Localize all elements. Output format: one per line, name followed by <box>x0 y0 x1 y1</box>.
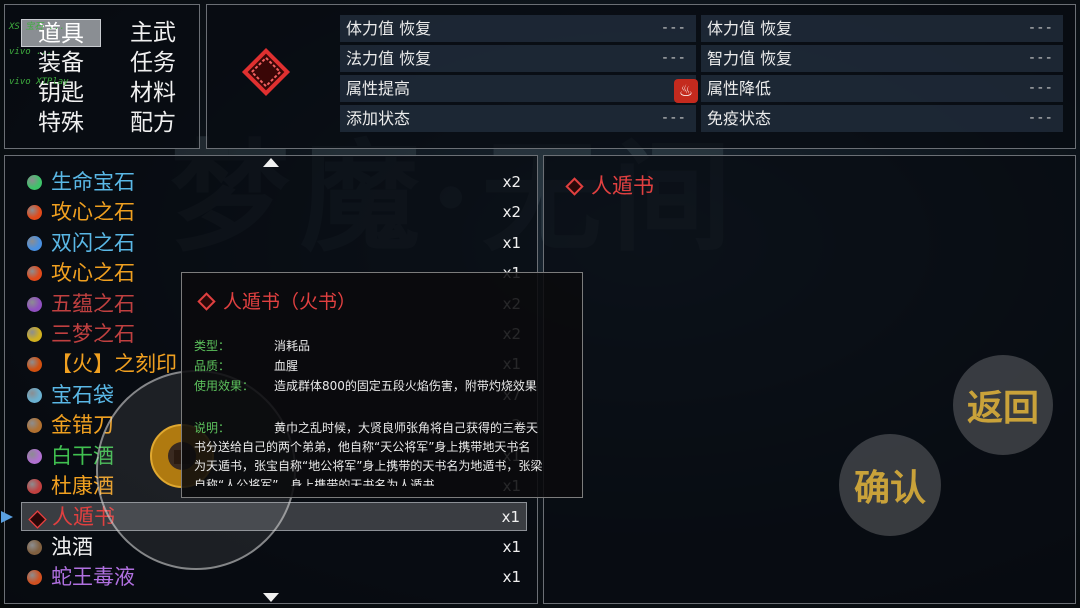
item-tooltip: 人遁书（火书） 类型： 消耗品 品质： 血腥 使用效果： 造成群体800的固定五段火焰… <box>181 272 583 498</box>
tooltip-effect-label: 使用效果： <box>194 379 255 393</box>
item-name: 【火】之刻印 <box>51 352 177 377</box>
item-icon <box>27 327 42 342</box>
stat-row: 属性提高 <box>340 75 696 102</box>
debug-line-1: XS 宝石 ... <box>9 22 65 32</box>
stat-value: --- <box>1027 110 1053 126</box>
stat-value: --- <box>660 20 686 36</box>
selection-cursor-icon <box>1 511 13 523</box>
stat-row: 体力值 恢复 --- <box>340 15 696 42</box>
item-quantity: x2 <box>502 203 521 222</box>
item-icon <box>27 479 42 494</box>
stat-row: 免疫状态 --- <box>701 105 1063 132</box>
stat-label: 智力值 恢复 <box>707 49 793 68</box>
stat-label: 免疫状态 <box>707 109 772 128</box>
stat-label: 属性降低 <box>707 79 772 98</box>
fire-attribute-icon: ♨ <box>674 79 698 103</box>
list-item[interactable]: 浊酒 x1 <box>21 533 527 562</box>
stat-row: 体力值 恢复 --- <box>701 15 1063 42</box>
tooltip-type-row: 类型： 消耗品 <box>194 337 310 354</box>
item-icon <box>27 296 42 312</box>
item-name: 浊酒 <box>51 534 93 559</box>
stat-row: 添加状态 --- <box>340 105 696 132</box>
tooltip-desc-line: 书分送给自己的两个弟弟，他自称“天公将军”身上携带地天书名 <box>194 440 531 454</box>
detail-title-text: 人遁书 <box>591 174 654 198</box>
category-tab[interactable]: 特殊 <box>21 109 101 137</box>
stat-value: --- <box>1027 80 1053 96</box>
item-quantity: x1 <box>502 537 521 556</box>
category-tab[interactable]: 任务 <box>113 49 193 77</box>
back-button[interactable]: 返回 <box>953 355 1053 455</box>
tooltip-effect-value: 造成群体800的固定五段火焰伤害，附带灼烧效果 <box>274 379 537 393</box>
tooltip-effect-row: 使用效果： 造成群体800的固定五段火焰伤害，附带灼烧效果 <box>194 377 537 394</box>
item-preview-icon <box>241 47 291 97</box>
item-name: 宝石袋 <box>51 382 114 407</box>
item-icon <box>27 387 42 403</box>
category-tab[interactable]: 材料 <box>113 79 193 107</box>
stat-label: 法力值 恢复 <box>346 49 432 68</box>
stat-value: --- <box>660 110 686 126</box>
detail-title: 人遁书 <box>565 170 654 200</box>
item-name: 五蕴之石 <box>51 291 135 316</box>
tooltip-type-value: 消耗品 <box>274 339 311 353</box>
stats-panel: 体力值 恢复 --- 体力值 恢复 --- 法力值 恢复 --- 智力值 恢复 --- 属性提高… <box>206 4 1076 149</box>
tooltip-desc-label: 说明： <box>194 421 231 435</box>
category-tab[interactable]: 配方 <box>113 109 193 137</box>
item-icon <box>27 418 42 434</box>
tooltip-desc-line: 自称“人公将军”，身上携带的天书名为人遁书 <box>194 478 435 486</box>
item-icon <box>28 510 47 530</box>
tooltip-quality-row: 品质： 血腥 <box>194 357 298 374</box>
item-icon <box>27 570 42 586</box>
tooltip-title: 人遁书（火书） <box>197 287 357 314</box>
debug-line-2: vivo ... <box>9 47 53 57</box>
scroll-down-arrow[interactable] <box>263 593 279 602</box>
item-quantity: x2 <box>502 173 521 191</box>
scroll-up-arrow[interactable] <box>263 158 279 167</box>
item-icon <box>27 175 42 190</box>
item-name: 蛇王毒液 <box>51 565 135 590</box>
stat-row: 法力值 恢复 --- <box>340 45 696 72</box>
tooltip-quality-value: 血腥 <box>274 359 299 373</box>
tooltip-type-label: 类型： <box>194 339 231 353</box>
item-icon <box>27 205 42 221</box>
item-name: 三梦之石 <box>51 322 135 346</box>
stat-value: --- <box>1027 20 1053 36</box>
item-icon <box>27 266 42 282</box>
book-icon <box>565 177 584 196</box>
item-icon <box>27 357 42 373</box>
item-name: 双闪之石 <box>51 230 135 255</box>
item-name: 生命宝石 <box>51 170 135 194</box>
stat-value: --- <box>1027 50 1053 66</box>
item-quantity: x1 <box>502 568 521 587</box>
confirm-button[interactable]: 确认 <box>839 434 941 536</box>
list-item[interactable]: 攻心之石 x2 <box>21 198 527 227</box>
list-item[interactable]: 生命宝石 x2 <box>21 168 527 197</box>
item-icon <box>27 539 42 555</box>
item-quantity: x1 <box>501 508 520 527</box>
stat-label: 属性提高 <box>346 79 411 98</box>
tooltip-book-icon <box>197 292 216 311</box>
item-icon <box>27 235 42 251</box>
stat-value: --- <box>660 50 686 66</box>
item-quantity: x1 <box>502 233 521 252</box>
category-tab[interactable]: 主武 <box>113 19 193 47</box>
debug-line-3: vivo XTPlay <box>9 77 69 87</box>
stat-row: 属性降低 --- <box>701 75 1063 102</box>
list-item[interactable]: 双闪之石 x1 <box>21 229 527 258</box>
list-item[interactable]: 蛇王毒液 x1 <box>21 563 527 592</box>
tooltip-desc-line: 为天遁书，张宝自称“地公将军”身上携带的天书名为地遁书，张梁 <box>194 459 543 473</box>
stat-label: 体力值 恢复 <box>707 19 793 38</box>
tooltip-quality-label: 品质： <box>194 359 231 373</box>
tooltip-desc-line: 黄巾之乱时候，大贤良师张角将自己获得的三卷天 <box>274 421 539 435</box>
item-name: 攻心之石 <box>51 200 135 225</box>
tooltip-title-text: 人遁书（火书） <box>223 291 357 313</box>
stat-label: 体力值 恢复 <box>346 19 432 38</box>
stat-label: 添加状态 <box>346 109 411 128</box>
item-name: 攻心之石 <box>51 261 135 286</box>
stat-row: 智力值 恢复 --- <box>701 45 1063 72</box>
item-icon <box>27 448 42 464</box>
category-panel: 道具 主武 装备 任务 钥匙 材料 特殊 配方 XS 宝石 ... vivo ... vivo… <box>4 4 200 149</box>
